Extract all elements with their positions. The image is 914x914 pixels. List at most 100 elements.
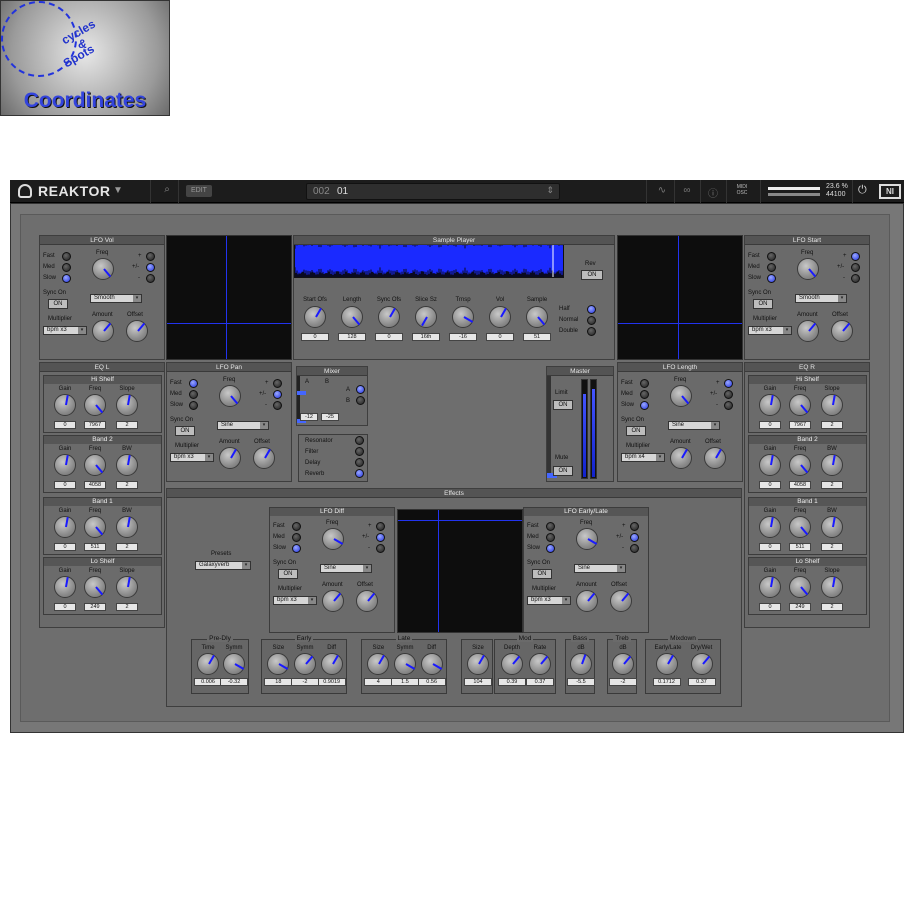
fast-led[interactable] (189, 379, 198, 388)
med-led[interactable] (640, 390, 649, 399)
band-value[interactable]: 0 (759, 481, 781, 489)
band-value[interactable]: 7967 (84, 421, 106, 429)
gain-knob[interactable] (54, 516, 76, 538)
fx-knob[interactable] (394, 653, 416, 675)
freq-knob[interactable] (670, 385, 692, 407)
sample-knob[interactable] (378, 306, 400, 328)
fx-knob[interactable] (197, 653, 219, 675)
mixer-b-value[interactable]: -25 (321, 413, 339, 421)
plusminus-led[interactable] (851, 263, 860, 272)
multiplier-dropdown[interactable]: bpm x3 ▾ (43, 326, 87, 335)
plus-led[interactable] (376, 522, 385, 531)
med-led[interactable] (546, 533, 555, 542)
band-value[interactable]: 0 (759, 421, 781, 429)
band-value[interactable]: 0 (54, 603, 76, 611)
band-value[interactable]: 0 (54, 481, 76, 489)
band-value[interactable]: 511 (789, 543, 811, 551)
offset-knob[interactable] (704, 447, 726, 469)
plusminus-led[interactable] (376, 533, 385, 542)
fx-knob[interactable] (367, 653, 390, 675)
gain-knob[interactable] (759, 516, 781, 538)
sample-knob[interactable] (415, 306, 437, 328)
lfo-shape-dropdown[interactable]: Sine ▾ (668, 421, 720, 430)
freq-knob[interactable] (322, 528, 344, 550)
slope-knob[interactable] (821, 394, 843, 416)
freq-knob[interactable] (789, 454, 811, 476)
lfo-shape-dropdown[interactable]: Smooth ▾ (90, 294, 142, 303)
multiplier-dropdown[interactable]: bpm x3 ▾ (748, 326, 792, 335)
multiplier-dropdown[interactable]: bpm x3 ▾ (170, 453, 214, 462)
tape-icon[interactable]: ∞ (678, 185, 696, 196)
freq-knob[interactable] (797, 258, 819, 280)
fx-param-value[interactable]: 1.5 (391, 678, 419, 686)
fx-param-value[interactable]: 0.56 (417, 678, 446, 686)
freq-knob[interactable] (789, 576, 811, 598)
gain-knob[interactable] (759, 576, 781, 598)
sample-knob[interactable] (489, 306, 511, 328)
fx-param-value[interactable]: 18 (264, 678, 293, 686)
slow-led[interactable] (546, 544, 555, 553)
band-value[interactable]: 4058 (84, 481, 106, 489)
limit-button[interactable]: ON (553, 400, 573, 410)
minus-led[interactable] (146, 274, 155, 283)
edit-button[interactable]: EDIT (186, 185, 212, 197)
slow-led[interactable] (292, 544, 301, 553)
plusminus-led[interactable] (146, 263, 155, 272)
med-led[interactable] (767, 263, 776, 272)
plusminus-led[interactable] (273, 390, 282, 399)
multiplier-dropdown[interactable]: bpm x3 ▾ (273, 596, 317, 605)
route-b-led[interactable] (356, 396, 365, 405)
amount-knob[interactable] (797, 320, 819, 342)
minus-led[interactable] (273, 401, 282, 410)
freq-knob[interactable] (576, 528, 598, 550)
sample-knob-value[interactable]: 0 (301, 333, 329, 341)
wave-icon[interactable]: ∿ (653, 185, 671, 196)
amount-knob[interactable] (670, 447, 692, 469)
fast-led[interactable] (767, 252, 776, 261)
slope-knob[interactable] (116, 516, 138, 538)
fx-param-value[interactable]: 4 (364, 678, 393, 686)
band-value[interactable]: 2 (821, 421, 843, 429)
multiplier-dropdown[interactable]: bpm x4 ▾ (621, 453, 665, 462)
minus-led[interactable] (851, 274, 860, 283)
offset-knob[interactable] (253, 447, 275, 469)
band-value[interactable]: 2 (116, 603, 138, 611)
band-value[interactable]: 0 (759, 603, 781, 611)
lfo-shape-dropdown[interactable]: Smooth ▾ (795, 294, 847, 303)
sample-knob-value[interactable]: 51 (523, 333, 551, 341)
route-a-led[interactable] (356, 385, 365, 394)
mixer-a-value[interactable]: -12 (300, 413, 318, 421)
plus-led[interactable] (851, 252, 860, 261)
fx-knob[interactable] (223, 653, 245, 675)
plusminus-led[interactable] (630, 533, 639, 542)
band-value[interactable]: 2 (821, 603, 843, 611)
double-led[interactable] (587, 327, 596, 336)
sync-on-button[interactable]: ON (175, 426, 195, 436)
rev-button[interactable]: ON (581, 270, 603, 280)
band-value[interactable]: 7967 (789, 421, 811, 429)
plusminus-led[interactable] (724, 390, 733, 399)
fx-param-value[interactable]: -5.5 (567, 678, 595, 686)
offset-knob[interactable] (610, 590, 632, 612)
band-value[interactable]: 0 (54, 543, 76, 551)
band-value[interactable]: 2 (821, 481, 843, 489)
freq-knob[interactable] (84, 576, 106, 598)
sync-on-button[interactable]: ON (626, 426, 646, 436)
fx-knob[interactable] (420, 653, 443, 675)
gain-knob[interactable] (759, 394, 781, 416)
sync-on-button[interactable]: ON (278, 569, 298, 579)
fast-led[interactable] (62, 252, 71, 261)
fx-param-value[interactable]: 104 (464, 678, 492, 686)
lfo-shape-dropdown[interactable]: Sine ▾ (217, 421, 269, 430)
fx-param-value[interactable]: 0.37 (526, 678, 554, 686)
info-icon[interactable]: ⓘ (704, 185, 722, 200)
half-led[interactable] (587, 305, 596, 314)
band-value[interactable]: 0 (54, 421, 76, 429)
fx-knob[interactable] (690, 653, 713, 675)
multiplier-dropdown[interactable]: bpm x3 ▾ (527, 596, 571, 605)
slope-knob[interactable] (821, 516, 843, 538)
amount-knob[interactable] (92, 320, 114, 342)
freq-knob[interactable] (789, 516, 811, 538)
fx-param-value[interactable]: 0.37 (687, 678, 716, 686)
sample-knob[interactable] (304, 306, 326, 328)
